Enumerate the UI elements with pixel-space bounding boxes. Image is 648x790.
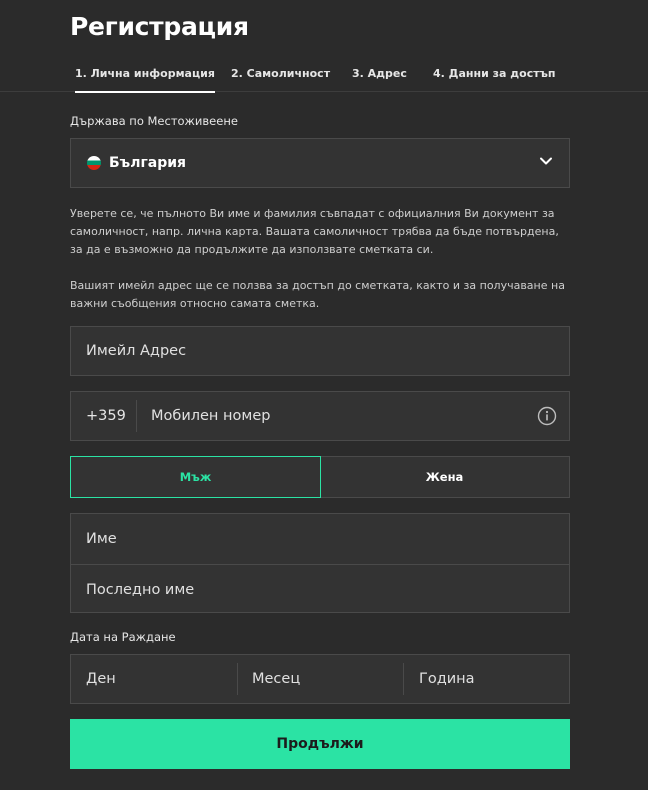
dob-label: Дата на Раждане — [70, 630, 176, 644]
gender-male-button[interactable]: Мъж — [70, 456, 321, 498]
tab-personal-info[interactable]: 1. Лична информация — [75, 67, 215, 93]
first-name-input[interactable] — [86, 514, 556, 563]
page-title: Регистрация — [70, 12, 249, 41]
last-name-input[interactable] — [86, 565, 556, 614]
bulgaria-flag-icon — [87, 156, 101, 170]
dob-divider-2 — [403, 663, 404, 695]
phone-divider — [136, 400, 137, 432]
gender-toggle: Мъж Жена — [70, 456, 570, 498]
dob-divider-1 — [237, 663, 238, 695]
country-label: Държава по Местоживеене — [70, 114, 238, 128]
dob-year-input[interactable] — [419, 655, 559, 703]
country-select[interactable]: България — [70, 138, 570, 188]
dob-fields-box — [70, 654, 570, 704]
phone-input[interactable] — [151, 392, 531, 440]
email-field-box — [70, 326, 570, 376]
phone-prefix[interactable]: +359 — [86, 408, 126, 424]
email-info-text: Вашият имейл адрес ще се ползва за достъ… — [70, 279, 565, 310]
tab-address[interactable]: 3. Адрес — [352, 67, 407, 80]
email-input[interactable] — [86, 327, 556, 375]
dob-day-input[interactable] — [86, 655, 226, 703]
identity-info-text: Уверете се, че пълното Ви име и фамилия … — [70, 207, 559, 256]
country-value: България — [109, 155, 187, 171]
dob-month-input[interactable] — [252, 655, 392, 703]
tab-access-data[interactable]: 4. Данни за достъп — [433, 67, 555, 80]
tab-identity[interactable]: 2. Самоличност — [231, 67, 330, 80]
gender-female-button[interactable]: Жена — [320, 457, 569, 497]
step-tabs: 1. Лична информация 2. Самоличност 3. Ад… — [0, 60, 648, 93]
continue-button[interactable]: Продължи — [70, 719, 570, 769]
chevron-down-icon — [540, 157, 552, 165]
info-icon[interactable] — [537, 406, 557, 426]
name-fields-box — [70, 513, 570, 614]
phone-field-box: +359 — [70, 391, 570, 441]
